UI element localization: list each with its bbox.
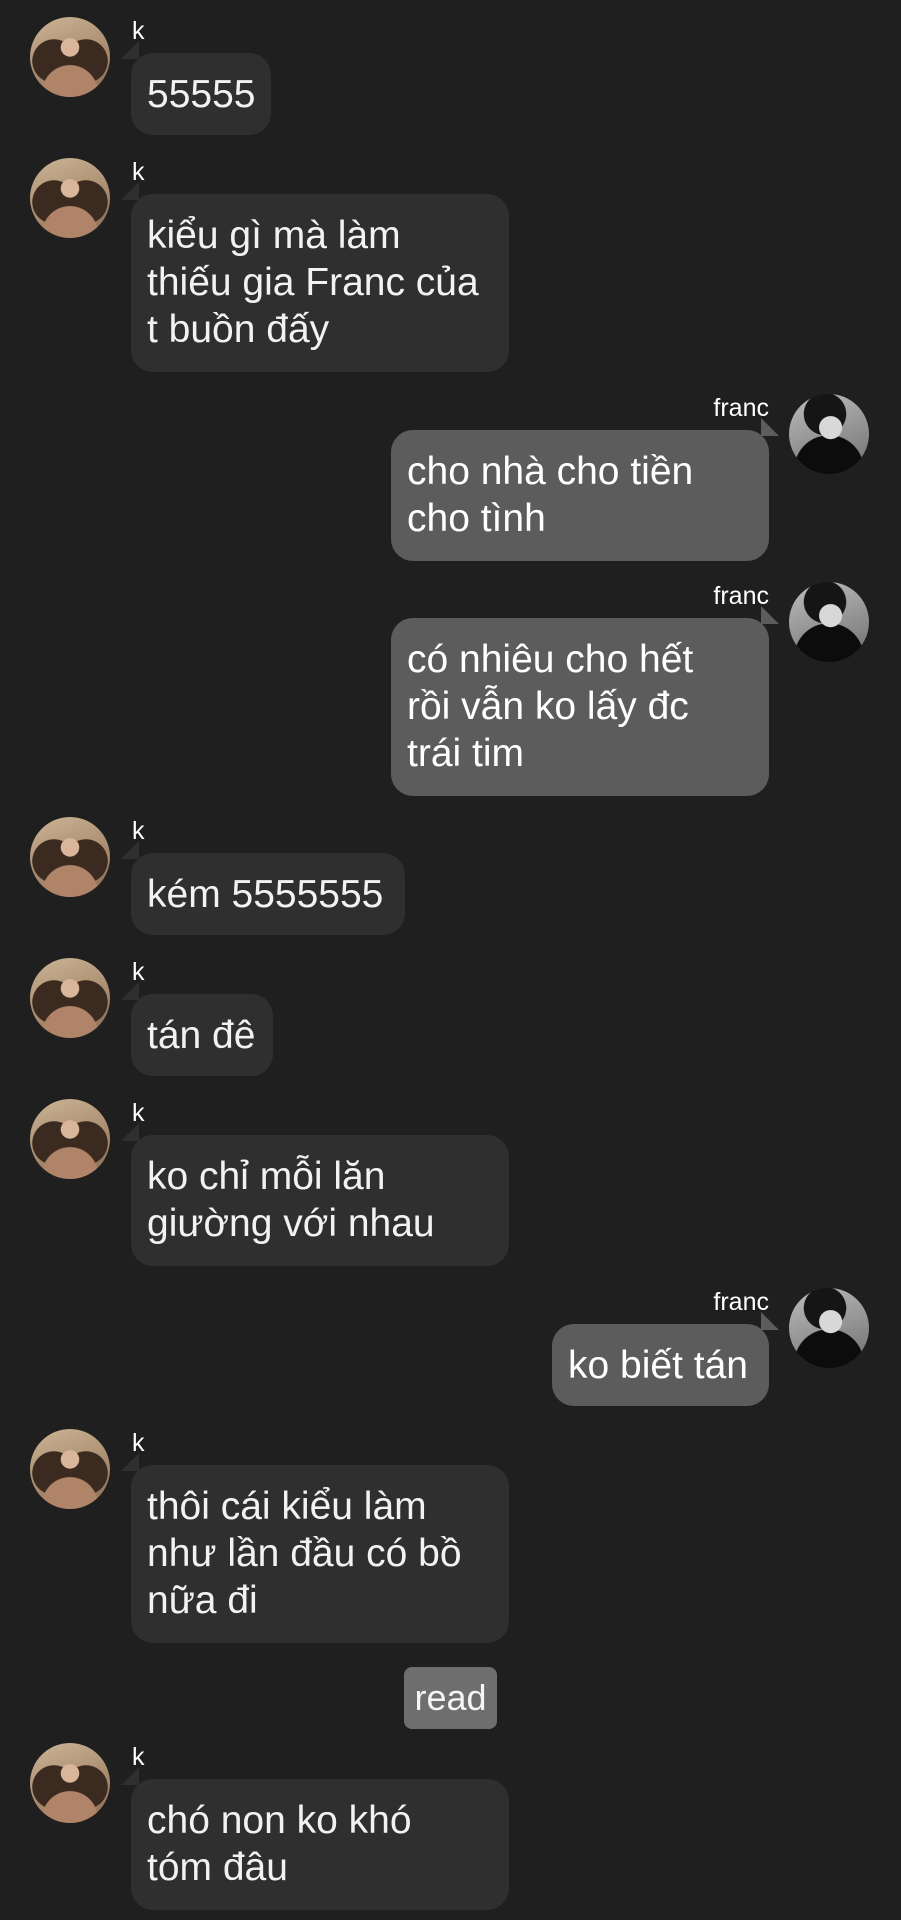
bubble-tail bbox=[121, 182, 139, 200]
k-avatar[interactable] bbox=[30, 158, 110, 238]
k-avatar[interactable] bbox=[30, 1429, 110, 1509]
bubble-tail bbox=[761, 606, 779, 624]
message-text-line: chó non ko khó bbox=[147, 1799, 412, 1842]
message-text-line: ko chỉ mỗi lăn bbox=[147, 1155, 386, 1198]
message-bubble[interactable]: 55555 bbox=[131, 53, 271, 135]
message-text-line: như lần đầu có bồ bbox=[147, 1532, 462, 1575]
message-text-line: thiếu gia Franc của bbox=[147, 261, 479, 304]
bubble-tail bbox=[121, 41, 139, 59]
message-bubble[interactable]: ko chỉ mỗi lăn giường với nhau bbox=[131, 1135, 509, 1266]
message-text-line: ko biết tán bbox=[568, 1344, 748, 1387]
bubble-tail bbox=[121, 1767, 139, 1785]
message-bubble[interactable]: kiểu gì mà làm thiếu gia Franc của t buồ… bbox=[131, 194, 509, 372]
message-text-line: tóm đâu bbox=[147, 1846, 288, 1889]
message-text-line: kém 5555555 bbox=[147, 873, 384, 916]
k-avatar[interactable] bbox=[30, 17, 110, 97]
message-bubble[interactable]: kém 5555555 bbox=[131, 853, 405, 935]
message-bubble[interactable]: cho nhà cho tiền cho tình bbox=[391, 430, 769, 561]
franc-avatar[interactable] bbox=[789, 582, 869, 662]
message-text-line: giường với nhau bbox=[147, 1202, 435, 1245]
message-bubble[interactable]: chó non ko khó tóm đâu bbox=[131, 1779, 509, 1910]
bubble-tail bbox=[761, 418, 779, 436]
bubble-tail bbox=[121, 982, 139, 1000]
read-receipt-badge: read bbox=[404, 1667, 497, 1729]
message-text-line: thôi cái kiểu làm bbox=[147, 1485, 427, 1528]
message-bubble[interactable]: có nhiêu cho hết rồi vẫn ko lấy đc trái … bbox=[391, 618, 769, 796]
franc-avatar[interactable] bbox=[789, 1288, 869, 1368]
franc-avatar[interactable] bbox=[789, 394, 869, 474]
message-text-line: rồi vẫn ko lấy đc bbox=[407, 685, 689, 728]
k-avatar[interactable] bbox=[30, 1743, 110, 1823]
k-avatar[interactable] bbox=[30, 817, 110, 897]
message-text-line: kiểu gì mà làm bbox=[147, 214, 401, 257]
k-avatar[interactable] bbox=[30, 958, 110, 1038]
message-text-line: nữa đi bbox=[147, 1579, 258, 1622]
bubble-tail bbox=[761, 1312, 779, 1330]
message-text-line: cho tình bbox=[407, 497, 546, 540]
message-text-line: 55555 bbox=[147, 73, 256, 116]
message-text-line: có nhiêu cho hết bbox=[407, 638, 694, 681]
bubble-tail bbox=[121, 841, 139, 859]
bubble-tail bbox=[121, 1123, 139, 1141]
message-text-line: t buồn đấy bbox=[147, 308, 330, 351]
message-text-line: trái tim bbox=[407, 732, 524, 775]
message-text-line: cho nhà cho tiền bbox=[407, 450, 694, 493]
message-bubble[interactable]: tán đê bbox=[131, 994, 273, 1076]
bubble-tail bbox=[121, 1453, 139, 1471]
message-bubble[interactable]: thôi cái kiểu làm như lần đầu có bồ nữa … bbox=[131, 1465, 509, 1643]
k-avatar[interactable] bbox=[30, 1099, 110, 1179]
message-text-line: tán đê bbox=[147, 1014, 256, 1057]
message-bubble[interactable]: ko biết tán bbox=[552, 1324, 769, 1406]
